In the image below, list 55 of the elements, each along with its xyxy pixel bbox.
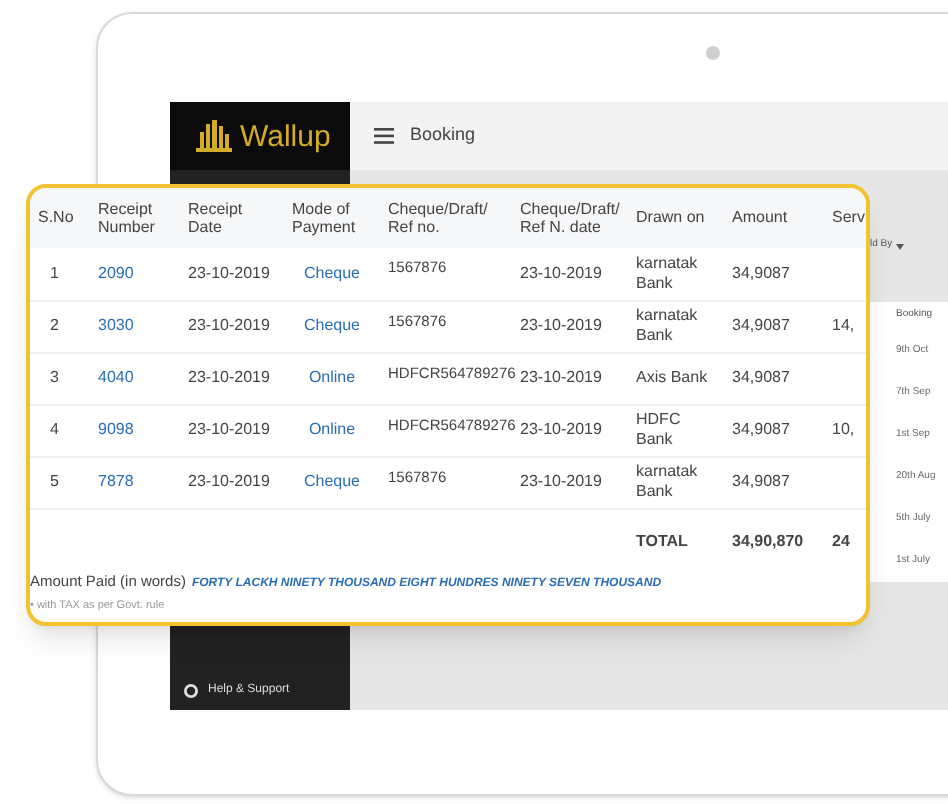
- table-cell: 24: [832, 532, 850, 551]
- table-cell: 23-10-2019: [188, 316, 270, 334]
- receipt-number-link[interactable]: 4040: [98, 368, 134, 386]
- column-header: Drawn on: [636, 208, 707, 228]
- column-header: Mode of Payment: [292, 199, 358, 237]
- table-cell: 2: [50, 316, 59, 334]
- receipt-number-link[interactable]: 2090: [98, 263, 134, 282]
- payment-mode-text: Cheque: [303, 472, 361, 490]
- table-cell: 23-10-2019: [188, 472, 270, 490]
- table-cell-text: HDFC Bank: [636, 410, 683, 450]
- total-amount: 34,90,870: [732, 532, 804, 551]
- column-header: Serv: [832, 208, 862, 228]
- column-header: Receipt Date: [188, 199, 245, 237]
- logo-text: Wallup: [240, 121, 331, 151]
- table-cell: 5: [50, 472, 59, 490]
- total-label: TOTAL: [636, 532, 688, 551]
- table-cell: 3: [50, 368, 59, 386]
- table-cell: 34,9087: [732, 368, 790, 386]
- table-cell: 34,9087: [732, 263, 790, 282]
- payment-mode-text: Cheque: [303, 263, 361, 282]
- table-cell: 10,: [832, 420, 855, 438]
- help-icon: [184, 684, 198, 698]
- caret-icon: [896, 243, 905, 249]
- payment-mode-text: Online: [308, 368, 356, 386]
- table-cell: 34,9087: [732, 316, 790, 334]
- table-cell: 23-10-2019: [520, 316, 602, 334]
- table-cell: 1: [50, 263, 59, 282]
- column-header: S.No: [38, 208, 76, 228]
- column-header: Amount: [732, 208, 790, 228]
- table-cell: Axis Bank: [636, 368, 708, 388]
- receipt-number-link[interactable]: 9098: [98, 420, 134, 438]
- table-cell: 23-10-2019: [188, 420, 270, 438]
- table-cell: 23-10-2019: [520, 263, 602, 282]
- receipt-number-link[interactable]: 7878: [98, 472, 134, 490]
- table-cell-text: karnatak Bank: [636, 462, 700, 502]
- table-cell-text: karnatak Bank: [636, 306, 700, 346]
- table-cell: 23-10-2019: [520, 472, 602, 490]
- table-cell: 23-10-2019: [520, 368, 602, 386]
- table-cell: 14,: [832, 316, 855, 334]
- payment-mode-text: Online: [308, 420, 356, 438]
- table-cell: 4: [50, 420, 59, 438]
- payment-mode-text: Cheque: [303, 316, 361, 334]
- table-cell: 34,9087: [732, 420, 790, 438]
- column-header: Receipt Number: [98, 199, 157, 237]
- table-cell-text: karnatak Bank: [636, 254, 700, 293]
- table-cell: 34,9087: [732, 472, 790, 490]
- column-header: Cheque/Draft/ Ref no.: [388, 199, 490, 237]
- menu-icon[interactable]: [374, 128, 394, 144]
- table-cell: 23-10-2019: [188, 263, 270, 282]
- column-header: Cheque/Draft/ Ref N. date: [520, 199, 620, 237]
- buildings-icon: [196, 120, 232, 152]
- page-title: Booking: [410, 122, 476, 149]
- receipt-number-link[interactable]: 3030: [98, 316, 134, 334]
- table-cell: 23-10-2019: [188, 368, 270, 386]
- table-cell: 23-10-2019: [520, 420, 602, 438]
